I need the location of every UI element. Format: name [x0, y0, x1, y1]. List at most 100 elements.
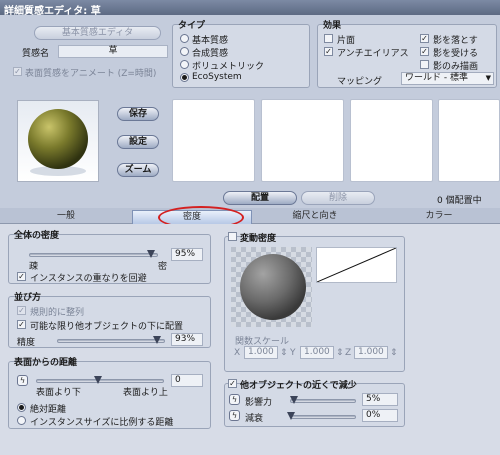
tab-bar: 一般 密度 縮尺と向き カラー: [0, 208, 500, 224]
proportional-distance-radio[interactable]: [17, 416, 26, 425]
type-ecosystem-radio[interactable]: [180, 73, 189, 82]
reduce-near-checkbox[interactable]: ✓: [228, 379, 237, 388]
one-sided-label: 片面: [337, 36, 356, 46]
variable-density-checkbox[interactable]: [228, 232, 237, 241]
under-others-label: 可能な限り他オブジェクトの下に配置: [30, 322, 184, 332]
settings-button[interactable]: 設定: [117, 135, 159, 149]
absolute-distance-label: 絶対距離: [30, 405, 67, 415]
function-icon[interactable]: ϟ: [17, 375, 28, 386]
type-volumetric-radio[interactable]: [180, 60, 189, 69]
precision-slider[interactable]: [57, 336, 165, 344]
density-tab-panel: 全体の密度 疎 密 95% ✓ インスタンスの重なりを回避 並び方 ✓ 規則的に…: [0, 224, 500, 455]
decay-label: 減衰: [245, 414, 264, 424]
ecosystem-slot[interactable]: [350, 99, 433, 182]
under-others-checkbox[interactable]: ✓: [17, 320, 26, 329]
above-surface-label: 表面より上: [123, 388, 168, 398]
mapping-label: マッピング: [337, 77, 383, 87]
antialias-label: アンチエイリアス: [337, 49, 409, 59]
density-curve-graph[interactable]: [316, 247, 397, 283]
effects-group-title: 効果: [323, 21, 342, 31]
x-scale-value[interactable]: 1.000: [244, 346, 278, 359]
shadow-only-checkbox[interactable]: [420, 60, 429, 69]
absolute-distance-radio[interactable]: [17, 403, 26, 412]
z-scale-stepper[interactable]: ⇕: [390, 348, 398, 358]
influence-slider-knob[interactable]: [290, 396, 298, 404]
antialias-checkbox[interactable]: ✓: [324, 47, 333, 56]
material-preview[interactable]: [17, 100, 99, 182]
tab-color[interactable]: カラー: [378, 210, 500, 224]
one-sided-checkbox[interactable]: [324, 34, 333, 43]
surface-distance-value[interactable]: 0: [171, 374, 203, 387]
avoid-overlap-checkbox[interactable]: ✓: [17, 272, 26, 281]
material-name-label: 質感名: [22, 49, 50, 59]
curve-icon: [316, 247, 397, 283]
type-volumetric-label: ボリュメトリック: [192, 62, 265, 72]
precision-slider-knob[interactable]: [153, 336, 161, 344]
density-slider[interactable]: [29, 250, 158, 258]
variable-density-preview[interactable]: [231, 247, 312, 327]
grass-sphere-icon: [28, 109, 88, 176]
type-ecosystem-label: EcoSystem: [192, 72, 242, 82]
placement-status: 0 個配置中: [437, 196, 482, 206]
basic-editor-button[interactable]: 基本質感エディタ: [34, 26, 161, 40]
zoom-button[interactable]: ズーム: [117, 163, 159, 177]
type-group-title: タイプ: [178, 21, 206, 31]
cast-shadow-checkbox[interactable]: ✓: [420, 34, 429, 43]
reduce-near-title: 他オブジェクトの近くで減少: [240, 381, 357, 391]
density-value[interactable]: 95%: [171, 248, 203, 261]
x-scale-label: X: [234, 348, 241, 358]
surface-distance-knob[interactable]: [94, 376, 102, 384]
surface-distance-group-title: 表面からの距離: [14, 358, 78, 368]
density-slider-knob[interactable]: [147, 250, 155, 258]
density-group-title: 全体の密度: [14, 231, 60, 241]
type-mixed-label: 合成質感: [192, 49, 229, 59]
receive-shadow-checkbox[interactable]: ✓: [420, 47, 429, 56]
y-scale-stepper[interactable]: ⇕: [336, 348, 344, 358]
save-button[interactable]: 保存: [117, 107, 159, 121]
delete-button[interactable]: 削除: [301, 191, 375, 205]
influence-slider[interactable]: [290, 396, 356, 404]
mapping-value: ワールド - 標準: [405, 73, 468, 83]
influence-value[interactable]: 5%: [362, 393, 398, 406]
avoid-overlap-label: インスタンスの重なりを回避: [30, 274, 147, 284]
ecosystem-slot[interactable]: [172, 99, 255, 182]
tab-scale-orientation[interactable]: 縮尺と向き: [252, 210, 378, 224]
type-basic-radio[interactable]: [180, 34, 189, 43]
ecosystem-slot[interactable]: [438, 99, 500, 182]
animate-checkbox[interactable]: ✓: [13, 67, 22, 76]
shadow-only-label: 影のみ描画: [433, 62, 479, 72]
influence-function-icon[interactable]: ϟ: [229, 394, 240, 405]
decay-function-icon[interactable]: ϟ: [229, 410, 240, 421]
window-title: 詳細質感エディタ: 草: [0, 0, 500, 17]
cast-shadow-label: 影を落とす: [433, 36, 478, 46]
tab-general[interactable]: 一般: [0, 210, 132, 224]
below-surface-label: 表面より下: [36, 388, 81, 398]
proportional-distance-label: インスタンスサイズに比例する距離: [30, 418, 174, 428]
precision-label: 精度: [17, 338, 36, 348]
y-scale-label: Y: [290, 348, 296, 358]
arrangement-group-title: 並び方: [14, 293, 42, 303]
type-basic-label: 基本質感: [192, 36, 229, 46]
decay-slider[interactable]: [287, 412, 356, 420]
z-scale-value[interactable]: 1.000: [354, 346, 388, 359]
surface-distance-slider[interactable]: [36, 376, 164, 384]
influence-label: 影響力: [245, 398, 273, 408]
place-button[interactable]: 配置: [223, 191, 297, 205]
x-scale-stepper[interactable]: ⇕: [280, 348, 288, 358]
mapping-select[interactable]: ワールド - 標準 ▼: [401, 72, 494, 85]
regular-align-label: 規則的に整列: [30, 308, 85, 318]
ecosystem-slot[interactable]: [261, 99, 344, 182]
animate-label: 表面質感をアニメート (Z=時間): [25, 69, 157, 79]
variable-density-title: 変動密度: [240, 234, 277, 244]
decay-slider-knob[interactable]: [287, 412, 295, 420]
precision-value[interactable]: 93%: [171, 333, 203, 346]
type-mixed-radio[interactable]: [180, 47, 189, 56]
material-name-field[interactable]: 草: [58, 45, 168, 58]
material-top-panel: 基本質感エディタ 質感名 草 ✓ 表面質感をアニメート (Z=時間) 保存 設定…: [0, 15, 500, 208]
gray-sphere-icon: [231, 247, 312, 327]
receive-shadow-label: 影を受ける: [433, 49, 479, 59]
decay-value[interactable]: 0%: [362, 409, 398, 422]
chevron-down-icon: ▼: [485, 74, 491, 82]
y-scale-value[interactable]: 1.000: [300, 346, 334, 359]
regular-align-checkbox[interactable]: ✓: [17, 306, 26, 315]
